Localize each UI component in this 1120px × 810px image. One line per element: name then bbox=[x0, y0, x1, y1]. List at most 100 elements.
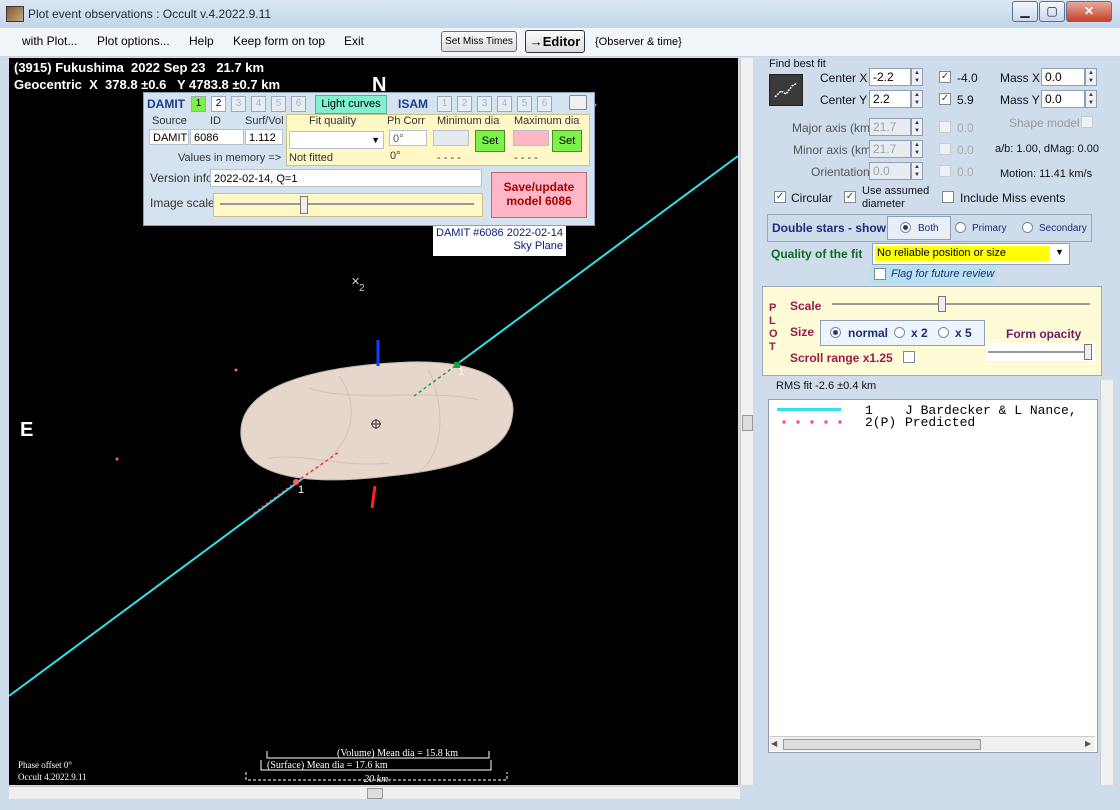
ph-corr-value[interactable]: 0° bbox=[389, 130, 427, 146]
center-y-label: Center Y bbox=[820, 93, 868, 107]
vertical-scroll-thumb[interactable] bbox=[742, 415, 753, 431]
plot-vertical-scrollbar[interactable] bbox=[740, 58, 753, 785]
orientation-stepper[interactable]: ▲ ▼ bbox=[911, 162, 923, 180]
mass-x-stepper[interactable]: ▲ ▼ bbox=[1085, 68, 1097, 86]
damit-tab-6[interactable]: 6 bbox=[291, 96, 306, 112]
right-panel-scrollbar[interactable] bbox=[1100, 380, 1113, 785]
plot-canvas[interactable]: ✕ (3915) Fukushima 2022 Sep 23 21.7 km G… bbox=[9, 58, 738, 785]
center-y-input[interactable]: 2.2 bbox=[869, 90, 911, 108]
menu-plot-options[interactable]: Plot options... bbox=[97, 34, 170, 48]
fit-quality-select[interactable]: ▼ bbox=[289, 131, 384, 149]
circular-label: Circular bbox=[791, 191, 833, 205]
scale-slider-thumb[interactable] bbox=[938, 296, 946, 312]
center-x-fit-checkbox[interactable]: ✓ bbox=[939, 71, 951, 83]
primary-radio[interactable] bbox=[955, 222, 966, 233]
damit-tab-2[interactable]: 2 bbox=[211, 96, 226, 112]
image-scale-slider[interactable] bbox=[213, 193, 483, 217]
mass-x-input[interactable]: 0.0 bbox=[1041, 68, 1085, 86]
legend-scroll-thumb[interactable] bbox=[783, 739, 981, 750]
editor-button[interactable]: →Editor bbox=[525, 30, 585, 53]
center-x-stepper[interactable]: ▲ ▼ bbox=[911, 68, 923, 86]
major-axis-fit-checkbox[interactable] bbox=[939, 121, 951, 133]
menu-exit[interactable]: Exit bbox=[344, 34, 364, 48]
minor-axis-stepper[interactable]: ▲ ▼ bbox=[911, 140, 923, 158]
plot-panel-letters: PLOT bbox=[769, 302, 778, 353]
form-opacity-thumb[interactable] bbox=[1084, 344, 1092, 360]
menu-help[interactable]: Help bbox=[189, 34, 214, 48]
scroll-range-label: Scroll range x1.25 bbox=[790, 351, 893, 365]
major-axis-stepper[interactable]: ▲ ▼ bbox=[911, 118, 923, 136]
isam-tab-2[interactable]: 2 bbox=[457, 96, 472, 112]
isam-tab-3[interactable]: 3 bbox=[477, 96, 492, 112]
find-best-fit-button[interactable] bbox=[769, 74, 803, 106]
isam-tab-1[interactable]: 1 bbox=[437, 96, 452, 112]
light-curves-button[interactable]: Light curves bbox=[315, 95, 387, 114]
observer-time-link[interactable]: {Observer & time} bbox=[595, 36, 682, 48]
include-miss-checkbox[interactable] bbox=[942, 191, 954, 203]
horizontal-scroll-thumb[interactable] bbox=[367, 788, 383, 799]
app-icon bbox=[6, 6, 24, 22]
version-info-label: Version info bbox=[150, 171, 213, 185]
close-button[interactable]: ✕ bbox=[1066, 1, 1112, 22]
minor-axis-input[interactable]: 21.7 bbox=[869, 140, 911, 158]
damit-tab-5[interactable]: 5 bbox=[271, 96, 286, 112]
phase-offset: Phase offset 0° bbox=[18, 760, 72, 770]
center-y-stepper[interactable]: ▲ ▼ bbox=[911, 90, 923, 108]
scroll-range-checkbox[interactable] bbox=[903, 351, 915, 363]
damit-label: DAMIT bbox=[147, 97, 185, 111]
circular-checkbox[interactable]: ✓ bbox=[774, 191, 786, 203]
damit-panel-toggle[interactable] bbox=[569, 95, 587, 110]
center-y-fit-checkbox[interactable]: ✓ bbox=[939, 93, 951, 105]
isam-tab-4[interactable]: 4 bbox=[497, 96, 512, 112]
use-assumed-checkbox[interactable]: ✓ bbox=[844, 191, 856, 203]
both-radio[interactable] bbox=[900, 222, 911, 233]
surf-vol-value: 1.112 bbox=[245, 129, 283, 145]
menu-keep-on-top[interactable]: Keep form on top bbox=[233, 34, 325, 48]
surf-vol-header: Surf/Vol bbox=[245, 115, 284, 127]
include-miss-label: Include Miss events bbox=[960, 191, 1066, 205]
set-min-dia-button[interactable]: Set bbox=[475, 130, 505, 152]
center-x-input[interactable]: -2.2 bbox=[869, 68, 911, 86]
mass-y-stepper[interactable]: ▲ ▼ bbox=[1085, 90, 1097, 108]
mass-y-input[interactable]: 0.0 bbox=[1041, 90, 1085, 108]
shape-model-checkbox[interactable] bbox=[1081, 116, 1093, 128]
size-normal-radio[interactable] bbox=[830, 327, 841, 338]
plot-header-line2: Geocentric X 378.8 ±0.6 Y 4783.8 ±0.7 km bbox=[14, 77, 281, 92]
size-x2-radio[interactable] bbox=[894, 327, 905, 338]
flag-review-checkbox[interactable] bbox=[874, 268, 886, 280]
primary-label: Primary bbox=[972, 223, 1007, 234]
orientation-fit-checkbox[interactable] bbox=[939, 165, 951, 177]
plot-horizontal-scrollbar[interactable] bbox=[9, 786, 740, 799]
damit-tab-4[interactable]: 4 bbox=[251, 96, 266, 112]
version-info-field[interactable]: 2022-02-14, Q=1 bbox=[210, 169, 482, 187]
source-header: Source bbox=[152, 115, 187, 127]
menu-with-plot[interactable]: with Plot... bbox=[22, 34, 77, 48]
major-axis-input[interactable]: 21.7 bbox=[869, 118, 911, 136]
min-dia-value[interactable] bbox=[433, 130, 469, 146]
maximize-button[interactable]: ▢ bbox=[1039, 1, 1065, 22]
quality-select[interactable]: No reliable position or size ▼ bbox=[872, 243, 1070, 265]
legend-line-predicted bbox=[777, 420, 847, 424]
set-miss-times-button[interactable]: Set Miss Times bbox=[441, 31, 517, 52]
image-scale-thumb[interactable] bbox=[300, 196, 308, 214]
damit-tab-1[interactable]: 1 bbox=[191, 96, 206, 112]
orientation-input[interactable]: 0.0 bbox=[869, 162, 911, 180]
max-dia-value[interactable] bbox=[513, 130, 549, 146]
size-x5-radio[interactable] bbox=[938, 327, 949, 338]
minor-axis-fit-checkbox[interactable] bbox=[939, 143, 951, 155]
damit-tab-3[interactable]: 3 bbox=[231, 96, 246, 112]
isam-tab-5[interactable]: 5 bbox=[517, 96, 532, 112]
legend-horizontal-scrollbar[interactable]: ◀ ▶ bbox=[769, 736, 1095, 751]
form-opacity-slider[interactable] bbox=[985, 343, 1095, 361]
legend-row-2-name: Predicted bbox=[905, 415, 976, 430]
scale-slider[interactable] bbox=[830, 295, 1092, 313]
set-max-dia-button[interactable]: Set bbox=[552, 130, 582, 152]
plot-header-line1: (3915) Fukushima 2022 Sep 23 21.7 km bbox=[14, 60, 265, 75]
secondary-radio[interactable] bbox=[1022, 222, 1033, 233]
minimize-button[interactable]: ▁ bbox=[1012, 1, 1038, 22]
save-update-button[interactable]: Save/update model 6086 bbox=[491, 172, 587, 218]
use-assumed-label: Use assumed bbox=[862, 185, 930, 197]
form-opacity-label: Form opacity bbox=[1006, 327, 1082, 341]
star-label: 2 bbox=[359, 283, 365, 294]
isam-tab-6[interactable]: 6 bbox=[537, 96, 552, 112]
